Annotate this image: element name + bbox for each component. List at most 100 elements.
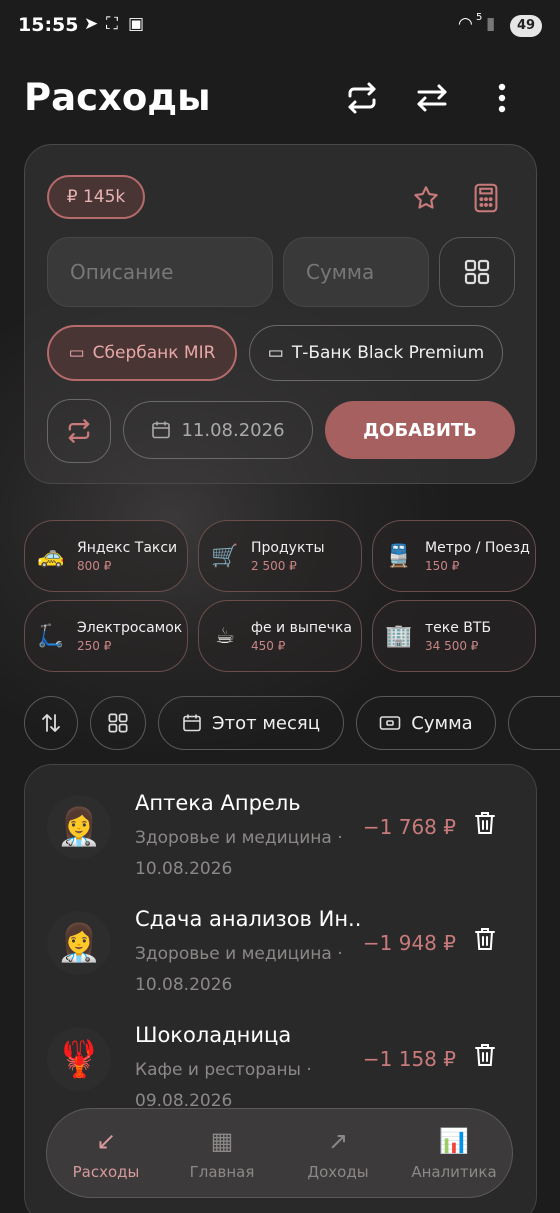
transaction-title: Шоколадница xyxy=(135,1023,292,1047)
nav-item-analytics[interactable]: 📊 Аналитика xyxy=(399,1109,509,1199)
budget-badge[interactable]: ₽ 145k xyxy=(47,175,145,219)
building-icon: 🏢 xyxy=(385,623,413,649)
telegram-icon: ➤ xyxy=(84,14,99,34)
nav-item-expenses[interactable]: ↙ Расходы xyxy=(51,1109,161,1199)
grid-icon xyxy=(108,713,128,733)
quick-chip-amount: 34 500 ₽ xyxy=(425,638,479,653)
nav-label: Аналитика xyxy=(411,1163,497,1181)
trash-icon[interactable] xyxy=(474,811,496,841)
calculator-icon[interactable] xyxy=(469,181,503,215)
account-label: Сбербанк MIR xyxy=(92,343,216,363)
nav-item-income[interactable]: ↗ Доходы xyxy=(283,1109,393,1199)
transaction-category: Кафе и рестораны · xyxy=(135,1060,312,1080)
transfer-icon[interactable] xyxy=(412,78,452,118)
account-chip-sber[interactable]: ▭ Сбербанк MIR xyxy=(47,325,237,381)
quick-chip[interactable]: 🛒 Продукты 2 500 ₽ xyxy=(198,520,362,592)
transaction-date: 10.08.2026 xyxy=(135,859,233,879)
wifi-icon: ◠ xyxy=(458,14,473,34)
status-time: 15:55 xyxy=(18,14,79,36)
trash-icon[interactable] xyxy=(474,1043,496,1073)
sum-filter[interactable]: Сумма xyxy=(356,696,496,750)
sort-icon xyxy=(42,714,60,732)
sum-label: Сумма xyxy=(411,712,473,734)
calendar-icon xyxy=(152,421,171,439)
nav-label: Главная xyxy=(189,1163,255,1181)
category-grid-button[interactable] xyxy=(439,237,515,307)
train-icon: 🚆 xyxy=(385,543,413,569)
quick-chip-name: Метро / Поезд xyxy=(425,539,530,556)
health-icon: 👩‍⚕️ xyxy=(47,795,111,859)
quick-chip[interactable]: 🏢 теке ВТБ 34 500 ₽ xyxy=(372,600,536,672)
recurring-toggle[interactable] xyxy=(47,399,111,463)
bar-chart-icon: 📊 xyxy=(439,1127,469,1155)
bottom-navigation: ↙ Расходы ▦ Главная ↗ Доходы 📊 Аналитика xyxy=(46,1108,513,1198)
date-picker[interactable]: 11.08.2026 xyxy=(123,401,313,459)
cash-icon xyxy=(379,716,401,730)
transaction-row[interactable]: 👩‍⚕️ Сдача анализов Ин... Здоровье и мед… xyxy=(25,907,538,1021)
period-filter[interactable]: Этот месяц xyxy=(158,696,344,750)
add-button[interactable]: ДОБАВИТЬ xyxy=(325,401,515,459)
wallet-icon: ▭ xyxy=(68,343,85,363)
repeat-icon[interactable] xyxy=(342,78,382,118)
quick-chip-amount: 450 ₽ xyxy=(251,638,286,653)
transaction-amount: −1 768 ₽ xyxy=(362,815,456,839)
transaction-date: 10.08.2026 xyxy=(135,975,233,995)
transaction-title: Сдача анализов Ин... xyxy=(135,907,363,931)
quick-chip-amount: 250 ₽ xyxy=(77,638,112,653)
wallet-icon: ▭ xyxy=(267,343,284,363)
quick-chip[interactable]: 🛴 Электросамок 250 ₽ xyxy=(24,600,188,672)
transaction-category: Здоровье и медицина · xyxy=(135,944,343,964)
quick-chip-amount: 150 ₽ xyxy=(425,558,460,573)
signal-icon: ▮ xyxy=(486,14,496,34)
star-icon[interactable] xyxy=(409,181,443,215)
repeat-icon xyxy=(68,419,90,443)
quick-chip[interactable]: 🚕 Яндекс Такси 800 ₽ xyxy=(24,520,188,592)
lobster-icon: 🦞 xyxy=(47,1027,111,1091)
nav-label: Расходы xyxy=(72,1163,140,1181)
view-grid-button[interactable] xyxy=(90,696,146,750)
transaction-title: Аптека Апрель xyxy=(135,791,301,815)
quick-chip-amount: 800 ₽ xyxy=(77,558,112,573)
arrow-down-left-icon: ↙ xyxy=(95,1127,117,1155)
quick-chip-amount: 2 500 ₽ xyxy=(251,558,297,573)
sort-button[interactable] xyxy=(24,696,78,750)
grocery-icon: 🛒 xyxy=(211,543,239,569)
quick-chip-name: фе и выпечка xyxy=(251,619,352,636)
taxi-icon: 🚕 xyxy=(37,543,65,569)
coffee-icon: ☕ xyxy=(215,623,235,649)
account-chip-tbank[interactable]: ▭ Т-Банк Black Premium xyxy=(249,325,503,381)
arrow-up-right-icon: ↗ xyxy=(327,1127,349,1155)
quick-chip-name: Электросамок xyxy=(77,619,183,636)
grid-icon: ▦ xyxy=(210,1127,234,1155)
page-title: Расходы xyxy=(24,76,211,119)
battery-indicator: 49 xyxy=(510,15,542,37)
quick-chip-name: теке ВТБ xyxy=(425,619,492,636)
quick-chip[interactable]: ☕ фе и выпечка 450 ₽ xyxy=(198,600,362,672)
nav-label: Доходы xyxy=(307,1163,369,1181)
description-input[interactable]: Описание xyxy=(47,237,273,307)
transaction-amount: −1 948 ₽ xyxy=(362,931,456,955)
account-label: Т-Банк Black Premium xyxy=(291,343,485,363)
health-icon: 👩‍⚕️ xyxy=(47,911,111,975)
nav-item-home[interactable]: ▦ Главная xyxy=(167,1109,277,1199)
more-vert-icon[interactable] xyxy=(482,78,522,118)
wifi-level: 5 xyxy=(476,12,483,23)
period-label: Этот месяц xyxy=(212,712,320,734)
status-bar: 15:55 ➤ ⛶ ▣ ◠ 5 ▮ 49 xyxy=(0,0,560,54)
quick-chip[interactable]: 🚆 Метро / Поезд 150 ₽ xyxy=(372,520,536,592)
quick-chip-name: Продукты xyxy=(251,539,325,556)
cast-icon: ▣ xyxy=(128,14,145,34)
date-value: 11.08.2026 xyxy=(181,419,285,441)
amount-input[interactable]: Сумма xyxy=(283,237,429,307)
quick-chip-name: Яндекс Такси xyxy=(77,539,178,556)
trash-icon[interactable] xyxy=(474,927,496,957)
expense-entry-card: ₽ 145k Описание Сумма ▭ Сбербанк MIR ▭ Т… xyxy=(24,144,537,484)
transaction-category: Здоровье и медицина · xyxy=(135,828,343,848)
transaction-amount: −1 158 ₽ xyxy=(362,1047,456,1071)
more-filter-button[interactable] xyxy=(508,696,560,750)
screenshot-icon: ⛶ xyxy=(106,14,118,34)
grid-icon xyxy=(464,259,490,285)
scooter-icon: 🛴 xyxy=(37,623,65,649)
calendar-icon xyxy=(183,714,201,732)
transaction-row[interactable]: 👩‍⚕️ Аптека Апрель Здоровье и медицина ·… xyxy=(25,791,538,905)
